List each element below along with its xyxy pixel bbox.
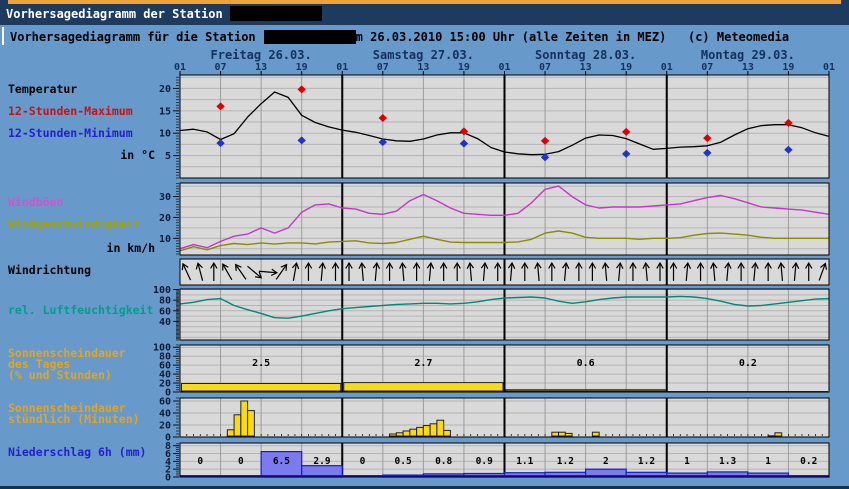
- y-axis-label: 20: [159, 421, 171, 432]
- precipitation-value: 2: [603, 456, 609, 467]
- precipitation-value: 1: [765, 456, 771, 467]
- sunshine-hourly-bar: [226, 429, 235, 437]
- y-axis-label: 5: [165, 151, 171, 162]
- sunshine-daily-value: 2.5: [252, 358, 270, 369]
- day-header: Freitag 26.03.: [210, 48, 312, 62]
- time-tick-label: 01: [336, 62, 349, 73]
- time-tick-label: 13: [255, 62, 268, 73]
- sunshine-hourly-bar: [389, 433, 397, 437]
- precipitation-value: 0.5: [395, 456, 412, 467]
- time-tick-label: 13: [417, 62, 430, 73]
- precipitation-value: 0.8: [435, 456, 452, 467]
- sidebar-label-max-12h: 12-Stunden-Maximum: [8, 104, 133, 118]
- sunshine-hourly-bar: [429, 423, 438, 437]
- y-axis-label: 60: [159, 306, 171, 317]
- sunshine-hourly-bar: [416, 426, 424, 437]
- precipitation-value: 1.3: [719, 456, 736, 467]
- y-axis-label: 100: [153, 343, 171, 354]
- sidebar-label-windboeen: Windböen: [8, 195, 64, 209]
- sunshine-hourly-bar: [558, 431, 566, 437]
- sunshine-daily-value: 0.2: [739, 358, 757, 369]
- y-axis-label: 40: [159, 409, 171, 420]
- time-tick-label: 01: [498, 62, 511, 73]
- sidebar-label-min-12h: 12-Stunden-Minimum: [8, 126, 133, 140]
- y-axis-label: 15: [159, 106, 171, 117]
- sunshine-hourly-bar: [551, 431, 560, 437]
- sunshine-daily-value: 0.6: [577, 358, 595, 369]
- sunshine-daily-bar: [343, 382, 504, 392]
- y-axis-label: 10: [159, 129, 171, 140]
- precipitation-value: 6.5: [273, 456, 290, 467]
- precipitation-value: 1.2: [638, 456, 655, 467]
- precipitation-value: 0: [238, 456, 244, 467]
- y-axis-label: 80: [159, 296, 171, 307]
- y-axis-label: 20: [159, 213, 171, 224]
- sunshine-hourly-bar: [247, 410, 255, 437]
- y-axis-label: 30: [159, 192, 171, 203]
- y-axis-label: 40: [159, 317, 171, 328]
- sidebar-label-luftfeuchtigkeit: rel. Luftfeuchtigkeit: [8, 303, 154, 317]
- time-tick-label: 07: [701, 62, 714, 73]
- precipitation-value: 0: [197, 456, 203, 467]
- forecast-window: Vorhersagediagramm der Station Vorhersag…: [0, 0, 849, 489]
- time-tick-label: 01: [173, 62, 187, 73]
- precipitation-value: 0.2: [800, 456, 817, 467]
- sunshine-hourly-bar: [774, 432, 783, 437]
- precipitation-value: 2.9: [313, 456, 330, 467]
- sunshine-hourly-bar: [591, 431, 600, 437]
- time-tick-label: 07: [214, 62, 227, 73]
- time-tick-label: 19: [295, 62, 308, 73]
- sidebar-label-sonnenschein-tag: Sonnenscheindauer des Tages (% und Stund…: [8, 346, 126, 382]
- time-tick-label: 19: [620, 62, 633, 73]
- sunshine-hourly-bar: [422, 425, 431, 437]
- y-axis-label: 60: [159, 397, 171, 408]
- time-tick-label: 13: [741, 62, 754, 73]
- precipitation-value: 0: [360, 456, 366, 467]
- precipitation-value: 1.1: [516, 456, 533, 467]
- time-tick-label: 01: [660, 62, 673, 73]
- time-tick-label: 01: [822, 62, 836, 73]
- precipitation-value: 1: [684, 456, 690, 467]
- sunshine-hourly-bar: [436, 419, 445, 437]
- y-axis-label: 100: [153, 285, 171, 296]
- day-header: Sonntag 28.03.: [535, 48, 637, 62]
- precipitation-value: 1.2: [557, 456, 574, 467]
- sunshine-daily-bar: [181, 382, 342, 392]
- day-header: Montag 29.03.: [700, 48, 795, 62]
- sunshine-daily-value: 2.7: [414, 358, 432, 369]
- sidebar-label-windrichtung: Windrichtung: [8, 263, 92, 277]
- time-tick-label: 19: [782, 62, 795, 73]
- sidebar-label-niederschlag: Niederschlag 6h (mm): [8, 445, 147, 459]
- sunshine-hourly-bar: [233, 414, 242, 437]
- y-axis-label: 20: [159, 84, 171, 95]
- sunshine-daily-bar: [505, 389, 666, 392]
- time-tick-label: 13: [579, 62, 592, 73]
- y-axis-label: 8: [165, 441, 171, 452]
- precipitation-value: 0.9: [476, 456, 493, 467]
- sunshine-hourly-bar: [409, 428, 418, 437]
- sidebar-label-sonnenschein-stunde: Sonnenscheindauer stündlich (Minuten): [8, 401, 140, 426]
- time-tick-label: 07: [539, 62, 552, 73]
- y-axis-label: 10: [159, 234, 171, 245]
- time-tick-label: 07: [376, 62, 389, 73]
- sunshine-hourly-bar: [395, 432, 404, 437]
- sidebar-label-windgeschwindigkeit: Windgeschwindigkeit: [8, 217, 140, 231]
- day-header: Samstag 27.03.: [372, 48, 474, 62]
- sidebar-label-unit-celsius: in °C: [120, 148, 155, 162]
- sunshine-hourly-bar: [443, 429, 451, 437]
- sidebar-label-unit-kmh: in km/h: [106, 241, 155, 255]
- time-tick-label: 19: [457, 62, 470, 73]
- sunshine-hourly-bar: [564, 432, 573, 437]
- sunshine-hourly-bar: [240, 400, 249, 437]
- sunshine-hourly-bar: [402, 430, 411, 437]
- sidebar-label-temperatur: Temperatur: [8, 82, 78, 96]
